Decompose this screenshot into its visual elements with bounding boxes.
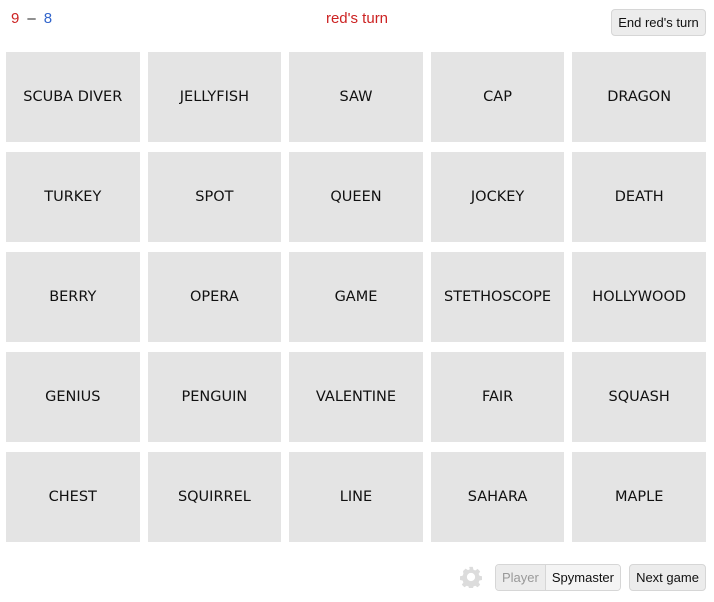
word-card[interactable]: STETHOSCOPE [430,252,565,342]
word-card[interactable]: TURKEY [6,152,140,242]
blue-score: 8 [43,10,53,27]
word-card[interactable]: SQUIRREL [147,452,282,542]
word-card[interactable]: GAME [289,252,423,342]
word-card[interactable]: HOLLYWOOD [572,252,706,342]
word-card[interactable]: JELLYFISH [147,52,282,142]
word-card[interactable]: DRAGON [572,52,706,142]
word-card[interactable]: GENIUS [6,352,140,442]
spymaster-mode-button[interactable]: Spymaster [545,565,620,590]
turn-indicator: red's turn [0,10,714,27]
word-card[interactable]: VALENTINE [289,352,423,442]
word-card[interactable]: OPERA [147,252,282,342]
end-turn-button[interactable]: End red's turn [611,9,706,36]
mode-toggle: Player Spymaster [495,564,621,591]
next-game-button[interactable]: Next game [629,564,706,591]
word-grid: SCUBA DIVER JELLYFISH SAW CAP DRAGON TUR… [6,52,706,542]
red-score: 9 [11,10,20,27]
word-card[interactable]: DEATH [572,152,706,242]
word-card[interactable]: CHEST [6,452,140,542]
word-card[interactable]: SAW [289,52,423,142]
player-mode-button[interactable]: Player [496,565,546,590]
word-card[interactable]: QUEEN [289,152,423,242]
word-card[interactable]: SAHARA [430,452,565,542]
score: 9–8 [11,10,52,27]
word-card[interactable]: CAP [430,52,565,142]
turn-text: red's turn [325,10,389,27]
word-card[interactable]: JOCKEY [430,152,565,242]
word-card[interactable]: FAIR [430,352,565,442]
word-card[interactable]: SPOT [147,152,282,242]
word-card[interactable]: PENGUIN [147,352,282,442]
word-card[interactable]: LINE [289,452,423,542]
word-card[interactable]: SCUBA DIVER [6,52,140,142]
score-separator: – [27,10,36,27]
word-card[interactable]: BERRY [6,252,140,342]
gear-icon[interactable] [460,566,482,588]
word-card[interactable]: SQUASH [572,352,706,442]
word-card[interactable]: MAPLE [572,452,706,542]
